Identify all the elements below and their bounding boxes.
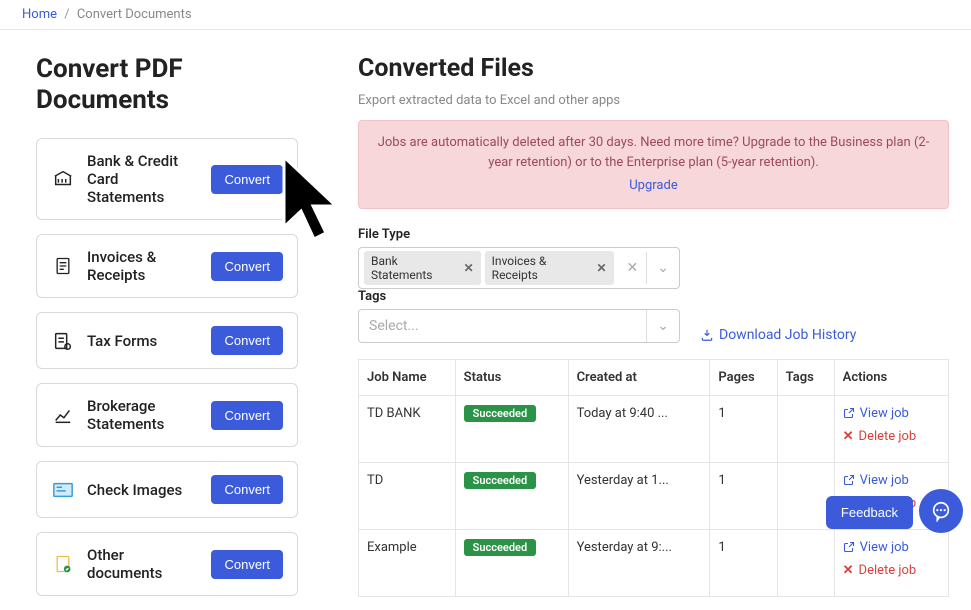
- delete-job-link[interactable]: ✕ Delete job: [843, 429, 940, 444]
- doc-type-other: Other documents Convert: [36, 532, 298, 596]
- table-row: TD BANK Succeeded Today at 9:40 ...1 View …: [359, 395, 949, 462]
- cell-tags: [777, 395, 834, 462]
- cell-job-name: TD: [359, 462, 456, 529]
- cell-status: Succeeded: [455, 529, 568, 596]
- chevron-down-icon[interactable]: ⌄: [646, 310, 679, 342]
- chevron-down-icon[interactable]: ⌄: [646, 252, 679, 284]
- col-tags: Tags: [777, 359, 834, 395]
- doc-type-invoices: Invoices & Receipts Convert: [36, 234, 298, 298]
- tags-placeholder: Select...: [359, 318, 646, 334]
- cell-job-name: Example: [359, 529, 456, 596]
- cell-created: Yesterday at 9:...: [568, 529, 710, 596]
- upgrade-link[interactable]: Upgrade: [377, 176, 930, 196]
- convert-button-bank[interactable]: Convert: [211, 165, 283, 194]
- breadcrumb-separator: /: [64, 7, 69, 22]
- convert-sidebar: Convert PDF Documents Bank & Credit Card…: [36, 54, 298, 610]
- doc-type-tax: Tax Forms Convert: [36, 312, 298, 369]
- breadcrumb: Home / Convert Documents: [0, 0, 971, 30]
- tags-label: Tags: [358, 289, 680, 304]
- brokerage-icon: [51, 403, 75, 427]
- chip-remove-icon[interactable]: ✕: [464, 261, 474, 275]
- chip-remove-icon[interactable]: ✕: [596, 261, 606, 275]
- cell-pages: 1: [710, 462, 777, 529]
- tax-icon: [51, 329, 75, 353]
- alert-text: Jobs are automatically deleted after 30 …: [378, 135, 930, 170]
- doc-label: Bank & Credit Card Statements: [87, 152, 199, 206]
- cell-job-name: TD BANK: [359, 395, 456, 462]
- chip-invoices: Invoices & Receipts✕: [485, 251, 614, 285]
- status-badge: Succeeded: [464, 472, 536, 489]
- close-icon: ✕: [843, 429, 854, 444]
- status-badge: Succeeded: [464, 405, 536, 422]
- cell-pages: 1: [710, 529, 777, 596]
- view-job-link[interactable]: View job: [843, 540, 940, 555]
- panel-title: Converted Files: [358, 54, 949, 83]
- chat-fab[interactable]: [919, 489, 963, 533]
- cell-actions: View job ✕ Delete job: [834, 529, 948, 596]
- doc-type-bank: Bank & Credit Card Statements Convert: [36, 138, 298, 220]
- close-icon: ✕: [843, 563, 854, 578]
- cell-actions: View job ✕ Delete job: [834, 395, 948, 462]
- col-status: Status: [455, 359, 568, 395]
- share-icon: [843, 407, 855, 419]
- breadcrumb-home[interactable]: Home: [22, 7, 57, 22]
- doc-label: Invoices & Receipts: [87, 248, 199, 284]
- col-pages: Pages: [710, 359, 777, 395]
- chat-icon: [930, 500, 952, 522]
- invoice-icon: [51, 254, 75, 278]
- doc-label: Tax Forms: [87, 332, 199, 350]
- retention-alert: Jobs are automatically deleted after 30 …: [358, 120, 949, 209]
- doc-type-brokerage: Brokerage Statements Convert: [36, 383, 298, 447]
- share-icon: [843, 541, 855, 553]
- convert-button-check[interactable]: Convert: [211, 475, 283, 504]
- breadcrumb-current: Convert Documents: [77, 7, 192, 22]
- clear-icon[interactable]: ✕: [619, 260, 647, 276]
- convert-button-invoices[interactable]: Convert: [211, 252, 283, 281]
- doc-label: Check Images: [87, 481, 199, 499]
- cell-pages: 1: [710, 395, 777, 462]
- cell-status: Succeeded: [455, 395, 568, 462]
- convert-button-other[interactable]: Convert: [211, 550, 283, 579]
- status-badge: Succeeded: [464, 539, 536, 556]
- chip-bank-statements: Bank Statements✕: [364, 251, 481, 285]
- bank-icon: [51, 167, 75, 191]
- feedback-button[interactable]: Feedback: [826, 496, 913, 529]
- cell-created: Yesterday at 1...: [568, 462, 710, 529]
- cell-tags: [777, 529, 834, 596]
- convert-button-brokerage[interactable]: Convert: [211, 401, 283, 430]
- jobs-table: Job Name Status Created at Pages Tags Ac…: [358, 359, 949, 597]
- tags-select[interactable]: Select... ⌄: [358, 309, 680, 343]
- col-job-name: Job Name: [359, 359, 456, 395]
- document-icon: [51, 552, 75, 576]
- file-type-label: File Type: [358, 227, 949, 242]
- share-icon: [843, 474, 855, 486]
- view-job-link[interactable]: View job: [843, 406, 940, 421]
- table-row: Example Succeeded Yesterday at 9:...1 View…: [359, 529, 949, 596]
- file-type-select[interactable]: Bank Statements✕ Invoices & Receipts✕ ✕ …: [358, 247, 680, 289]
- convert-button-tax[interactable]: Convert: [211, 326, 283, 355]
- col-created: Created at: [568, 359, 710, 395]
- panel-subtitle: Export extracted data to Excel and other…: [358, 93, 949, 108]
- doc-label: Other documents: [87, 546, 199, 582]
- check-image-icon: [51, 478, 75, 502]
- doc-type-check: Check Images Convert: [36, 461, 298, 518]
- download-job-history-link[interactable]: Download Job History: [700, 327, 856, 343]
- cell-status: Succeeded: [455, 462, 568, 529]
- col-actions: Actions: [834, 359, 948, 395]
- cell-created: Today at 9:40 ...: [568, 395, 710, 462]
- doc-label: Brokerage Statements: [87, 397, 199, 433]
- download-icon: [700, 328, 714, 342]
- view-job-link[interactable]: View job: [843, 473, 940, 488]
- sidebar-title: Convert PDF Documents: [36, 54, 298, 116]
- delete-job-link[interactable]: ✕ Delete job: [843, 563, 940, 578]
